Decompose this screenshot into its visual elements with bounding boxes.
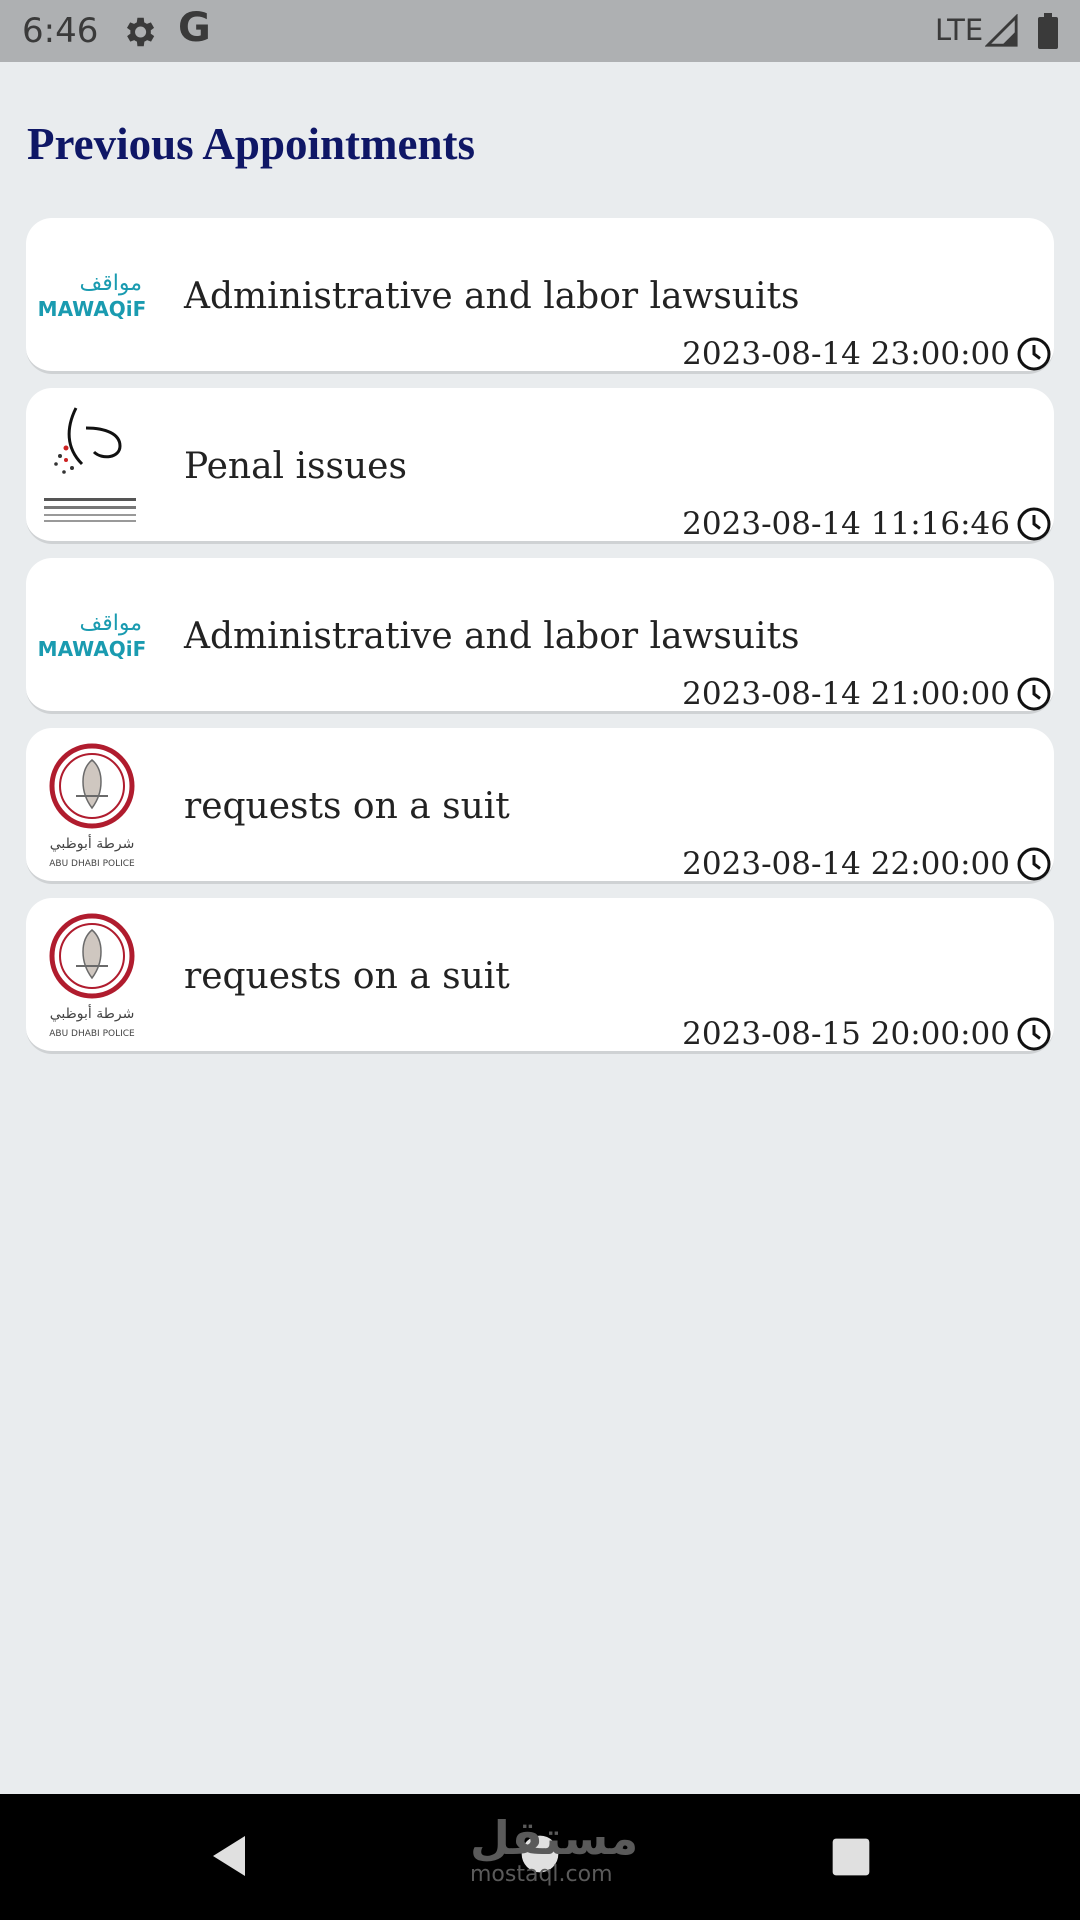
battery-icon: [1038, 13, 1058, 49]
navigation-bar: مستقل mostaql.com: [0, 1794, 1080, 1920]
status-time: 6:46: [22, 11, 99, 51]
appointment-card[interactable]: شرطة أبوظبي ABU DHABI POLICE requests on…: [26, 898, 1054, 1054]
clock-icon: [1017, 1017, 1051, 1051]
appointment-title: Penal issues: [184, 446, 407, 487]
appointment-datetime: 2023-08-14 23:00:00: [682, 336, 1010, 372]
appointments-list: مواقف MAWAQiF Administrative and labor l…: [26, 218, 1054, 1068]
watermark: مستقل mostaql.com: [470, 1811, 639, 1887]
mawaqif-logo-text: MAWAQiF: [38, 637, 147, 661]
appointment-datetime: 2023-08-14 22:00:00: [682, 846, 1010, 882]
clock-icon: [1017, 677, 1051, 711]
police-logo-arabic: شرطة أبوظبي: [50, 834, 135, 852]
appointment-card[interactable]: مواقف MAWAQiF Administrative and labor l…: [26, 558, 1054, 714]
icp-falcon-logo: [34, 398, 150, 534]
watermark-latin: mostaql.com: [470, 1862, 613, 1887]
appointment-title: Administrative and labor lawsuits: [184, 276, 800, 317]
appointment-datetime: 2023-08-14 11:16:46: [682, 506, 1010, 542]
watermark-arabic: مستقل: [470, 1811, 639, 1865]
mawaqif-logo-text: MAWAQiF: [38, 297, 147, 321]
police-logo-arabic: شرطة أبوظبي: [50, 1004, 135, 1022]
signal-icon: [985, 14, 1018, 47]
appointment-card[interactable]: شرطة أبوظبي ABU DHABI POLICE requests on…: [26, 728, 1054, 884]
clock-icon: [1017, 847, 1051, 881]
appointment-datetime: 2023-08-15 20:00:00: [682, 1016, 1010, 1052]
appointment-card[interactable]: مواقف MAWAQiF Administrative and labor l…: [26, 218, 1054, 374]
status-bar: 6:46 G LTE: [0, 0, 1080, 62]
appointment-title: requests on a suit: [184, 786, 510, 827]
appointment-card[interactable]: Penal issues 2023-08-14 11:16:46: [26, 388, 1054, 544]
appointment-title: Administrative and labor lawsuits: [184, 616, 800, 657]
mawaqif-logo: مواقف MAWAQiF: [34, 568, 150, 704]
abu-dhabi-police-logo: شرطة أبوظبي ABU DHABI POLICE: [34, 738, 150, 874]
google-icon: G: [178, 5, 211, 51]
police-logo-text: ABU DHABI POLICE: [49, 1029, 135, 1039]
gear-icon: [126, 17, 155, 47]
police-logo-text: ABU DHABI POLICE: [49, 859, 135, 869]
recent-apps-icon[interactable]: [831, 1837, 871, 1877]
clock-icon: [1017, 337, 1051, 371]
network-type: LTE: [935, 13, 984, 47]
mawaqif-logo: مواقف MAWAQiF: [34, 228, 150, 364]
appointment-datetime: 2023-08-14 21:00:00: [682, 676, 1010, 712]
mawaqif-logo-arabic: مواقف: [79, 271, 142, 296]
back-icon[interactable]: [205, 1832, 253, 1880]
clock-icon: [1017, 507, 1051, 541]
abu-dhabi-police-logo: شرطة أبوظبي ABU DHABI POLICE: [34, 908, 150, 1044]
page-title: Previous Appointments: [27, 119, 475, 169]
appointment-title: requests on a suit: [184, 956, 510, 997]
mawaqif-logo-arabic: مواقف: [79, 611, 142, 636]
